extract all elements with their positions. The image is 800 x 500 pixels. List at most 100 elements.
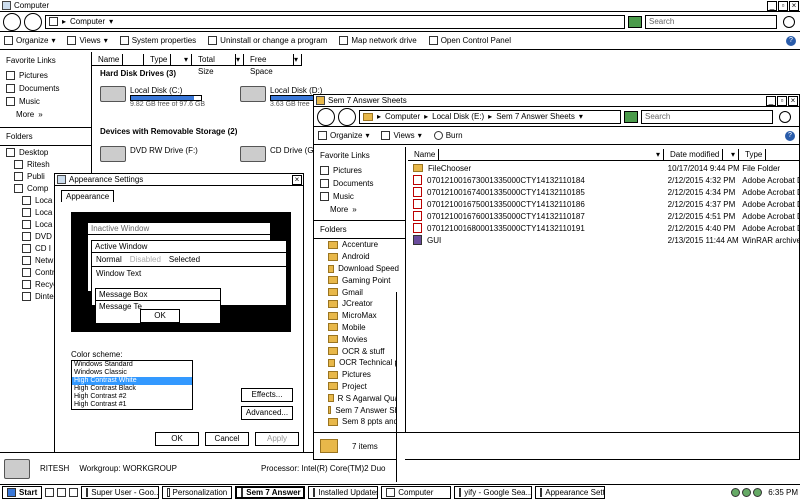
fav-documents[interactable]: Documents bbox=[0, 82, 91, 95]
search-icon[interactable] bbox=[783, 15, 795, 28]
help-icon[interactable]: ? bbox=[785, 130, 795, 141]
folder-tree-item[interactable]: Pictures bbox=[314, 369, 405, 381]
breadcrumb-computer[interactable]: Computer bbox=[385, 112, 420, 121]
drive-c[interactable]: Local Disk (C:) 9.82 GB free of 97.6 GB bbox=[96, 84, 236, 110]
taskbar-item[interactable]: Super User - Goo... bbox=[81, 486, 160, 499]
col-type[interactable]: Type bbox=[739, 148, 800, 161]
folder-tree-item[interactable]: Accenture bbox=[314, 239, 405, 251]
system-properties-button[interactable]: System properties bbox=[119, 36, 196, 45]
refresh-button[interactable] bbox=[624, 110, 638, 123]
folder-tree-item[interactable]: Sem 8 ppts and bbox=[314, 416, 405, 428]
minimize-icon[interactable]: _ bbox=[767, 1, 777, 11]
folder-tree-item[interactable]: Project bbox=[314, 381, 405, 393]
help-icon[interactable]: ? bbox=[786, 35, 796, 46]
minimize-icon[interactable]: _ bbox=[766, 96, 776, 106]
taskbar-item[interactable]: Sem 7 Answer S... bbox=[235, 486, 306, 499]
close-icon[interactable]: × bbox=[292, 175, 302, 185]
folder-tree-item[interactable]: Gaming Point bbox=[314, 274, 405, 286]
fav-music[interactable]: Music bbox=[0, 95, 91, 108]
folder-tree-item[interactable]: Sem 7 Answer Sh bbox=[314, 404, 405, 416]
color-scheme-option[interactable]: High Contrast #2 bbox=[72, 393, 192, 401]
back-button[interactable] bbox=[317, 107, 335, 126]
more-link[interactable]: More » bbox=[0, 108, 91, 121]
sem7-titlebar[interactable]: Sem 7 Answer Sheets _ ▫ × bbox=[314, 95, 799, 107]
chevron-down-icon[interactable]: ▾ bbox=[109, 17, 113, 26]
folder-tree-item[interactable]: OCR & stuff bbox=[314, 345, 405, 357]
color-scheme-option[interactable]: High Contrast Black bbox=[72, 385, 192, 393]
forward-button[interactable] bbox=[338, 107, 356, 126]
col-name[interactable]: Name ▾ bbox=[408, 148, 664, 161]
file-row[interactable]: 070121001676001335000CTY14132110187 2/12/… bbox=[410, 210, 800, 222]
quicklaunch-folder-icon[interactable] bbox=[57, 488, 67, 497]
quicklaunch-ie-icon[interactable] bbox=[45, 488, 55, 497]
folder-tree-item[interactable]: OCR Technical p bbox=[314, 357, 405, 369]
tree-item[interactable]: Desktop bbox=[0, 146, 91, 158]
folders-heading[interactable]: Folders bbox=[0, 127, 91, 146]
file-row[interactable]: 070121001680001335000CTY14132110191 2/12/… bbox=[410, 222, 800, 234]
fav-music[interactable]: Music bbox=[314, 190, 405, 203]
search-input[interactable]: Search bbox=[645, 14, 777, 29]
more-link[interactable]: More » bbox=[314, 203, 405, 216]
address-bar[interactable]: ▸ Computer ▸ Local Disk (E:) ▸ Sem 7 Answe… bbox=[359, 109, 621, 124]
taskbar-item[interactable]: Personalization bbox=[162, 486, 233, 499]
folder-tree-item[interactable]: Movies bbox=[314, 333, 405, 345]
col-type[interactable]: Type ▾ bbox=[144, 53, 192, 66]
cancel-button[interactable]: Cancel bbox=[205, 432, 249, 446]
organize-button[interactable]: Organize ▾ bbox=[4, 36, 55, 45]
fav-pictures[interactable]: Pictures bbox=[314, 164, 405, 177]
file-row[interactable]: 070121001675001335000CTY14132110186 2/12/… bbox=[410, 198, 800, 210]
folder-tree-item[interactable]: Gmail bbox=[314, 286, 405, 298]
forward-button[interactable] bbox=[24, 12, 42, 31]
chevron-down-icon[interactable]: ▾ bbox=[579, 112, 583, 121]
start-button[interactable]: Start bbox=[2, 486, 43, 499]
folder-tree-item[interactable]: Download Speed bbox=[314, 263, 405, 275]
organize-button[interactable]: Organize ▾ bbox=[318, 131, 369, 140]
apply-button[interactable]: Apply bbox=[255, 432, 299, 446]
views-button[interactable]: Views ▾ bbox=[67, 36, 108, 45]
burn-button[interactable]: Burn bbox=[433, 131, 463, 140]
file-row[interactable]: 070121001674001335000CTY14132110185 2/12/… bbox=[410, 186, 800, 198]
taskbar-item[interactable]: Computer bbox=[381, 486, 452, 499]
map-network-drive-button[interactable]: Map network drive bbox=[339, 36, 417, 45]
close-icon[interactable]: × bbox=[788, 96, 798, 106]
quicklaunch-media-icon[interactable] bbox=[69, 488, 79, 497]
color-scheme-option[interactable]: Windows Classic bbox=[72, 369, 192, 377]
maximize-icon[interactable]: ▫ bbox=[778, 1, 788, 11]
refresh-button[interactable] bbox=[628, 15, 642, 28]
search-icon[interactable] bbox=[779, 110, 791, 123]
breadcrumb-sem7[interactable]: Sem 7 Answer Sheets bbox=[496, 112, 575, 121]
taskbar-item[interactable]: Installed Updates bbox=[308, 486, 379, 499]
address-bar[interactable]: ▸ Computer ▾ bbox=[45, 14, 625, 29]
ok-button[interactable]: OK bbox=[155, 432, 199, 446]
breadcrumb-local-disk-e[interactable]: Local Disk (E:) bbox=[432, 112, 484, 121]
tray-network-icon[interactable] bbox=[731, 488, 741, 497]
file-row[interactable]: FileChooser 10/17/2014 9:44 PM File Folder bbox=[410, 162, 800, 174]
maximize-icon[interactable]: ▫ bbox=[777, 96, 787, 106]
computer-titlebar[interactable]: Computer _ ▫ × bbox=[0, 0, 800, 12]
close-icon[interactable]: × bbox=[789, 1, 799, 11]
folder-tree-item[interactable]: JCreator bbox=[314, 298, 405, 310]
col-free-space[interactable]: Free Space ▾ bbox=[244, 53, 302, 76]
tray-volume-icon[interactable] bbox=[742, 488, 752, 497]
open-control-panel-button[interactable]: Open Control Panel bbox=[428, 36, 511, 45]
tree-item[interactable]: Ritesh bbox=[0, 158, 91, 170]
effects-button[interactable]: Effects... bbox=[241, 388, 293, 402]
back-button[interactable] bbox=[3, 12, 21, 31]
col-date-modified[interactable]: Date modified ▾ bbox=[664, 148, 739, 161]
clock[interactable]: 6:35 PM bbox=[768, 488, 798, 497]
tray-security-icon[interactable] bbox=[753, 488, 763, 497]
search-input[interactable]: Search bbox=[641, 109, 773, 124]
file-row[interactable]: 070121001673001335000CTY14132110184 2/12/… bbox=[410, 174, 800, 186]
file-row[interactable]: GUI 2/13/2015 11:44 AM WinRAR archive bbox=[410, 234, 800, 246]
folder-tree-item[interactable]: Android bbox=[314, 251, 405, 263]
color-scheme-option[interactable]: High Contrast White bbox=[72, 377, 192, 385]
taskbar-item[interactable]: Appearance Setti... bbox=[535, 486, 606, 499]
views-button[interactable]: Views ▾ bbox=[381, 131, 422, 140]
fav-documents[interactable]: Documents bbox=[314, 177, 405, 190]
appearance-titlebar[interactable]: Appearance Settings × bbox=[55, 174, 303, 186]
taskbar-item[interactable]: yify - Google Sea... bbox=[454, 486, 533, 499]
col-name[interactable]: Name bbox=[92, 53, 144, 66]
dvd-drive[interactable]: DVD RW Drive (F:) bbox=[96, 144, 236, 164]
appearance-tab[interactable]: Appearance bbox=[61, 190, 115, 202]
folder-tree-item[interactable]: Mobile bbox=[314, 322, 405, 334]
